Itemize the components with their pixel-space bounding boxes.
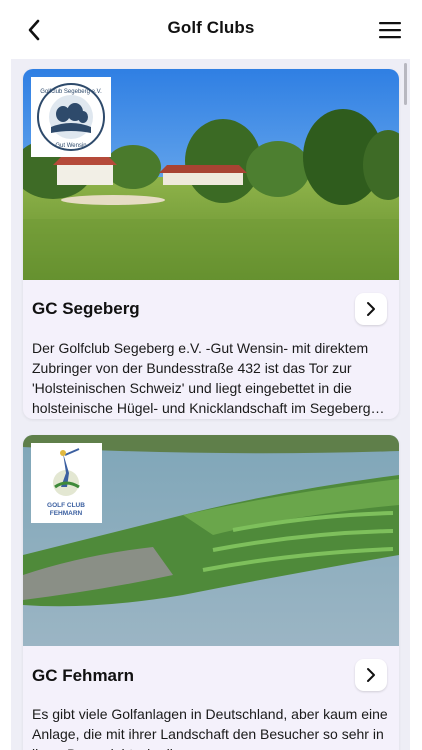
page-title: Golf Clubs: [167, 18, 255, 37]
open-club-button[interactable]: [355, 293, 387, 325]
club-photo: GOLF CLUB FEHMARN: [23, 435, 399, 646]
club-description: Es gibt viele Golfanlagen in Deutschland…: [32, 706, 388, 750]
club-name: GC Fehmarn: [32, 666, 135, 685]
chevron-right-icon: [367, 302, 375, 316]
club-logo: Golfclub Segeberg e.V. Gut Wensin: [31, 77, 111, 157]
fehmarn-logo-icon: GOLF CLUB FEHMARN: [47, 448, 85, 517]
navigation-bar: Golf Clubs: [0, 0, 422, 60]
club-card-segeberg[interactable]: Golfclub Segeberg e.V. Gut Wensin GC Seg…: [23, 69, 399, 419]
club-logo: GOLF CLUB FEHMARN: [31, 443, 102, 523]
scrollbar[interactable]: [404, 63, 407, 105]
club-card-fehmarn[interactable]: GOLF CLUB FEHMARN GC Fehmarn Es gibt vie…: [23, 435, 399, 750]
club-name: GC Segeberg: [32, 299, 140, 318]
svg-text:FEHMARN: FEHMARN: [50, 510, 83, 517]
svg-text:GOLF CLUB: GOLF CLUB: [47, 502, 85, 509]
menu-button[interactable]: [374, 14, 406, 46]
svg-text:Gut Wensin: Gut Wensin: [55, 143, 86, 149]
club-description: Der Golfclub Segeberg e.V. -Gut Wensin- …: [32, 340, 383, 416]
segeberg-logo-icon: Golfclub Segeberg e.V. Gut Wensin: [37, 83, 105, 151]
club-list[interactable]: Golfclub Segeberg e.V. Gut Wensin GC Seg…: [11, 59, 410, 750]
svg-text:Golfclub Segeberg e.V.: Golfclub Segeberg e.V.: [40, 89, 102, 95]
club-photo: Golfclub Segeberg e.V. Gut Wensin: [23, 69, 399, 280]
open-club-button[interactable]: [355, 659, 387, 691]
chevron-right-icon: [367, 668, 375, 682]
hamburger-menu-icon: [379, 22, 401, 39]
